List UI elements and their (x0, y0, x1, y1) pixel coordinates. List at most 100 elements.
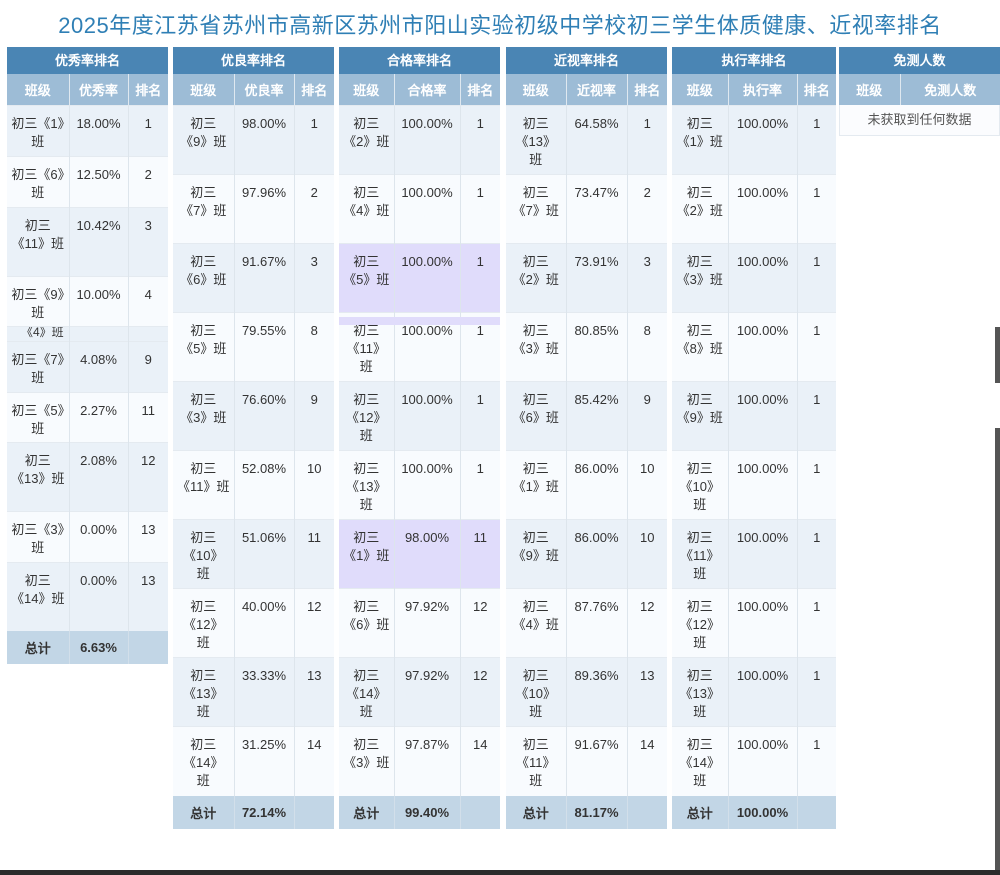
rank-cell: 1 (796, 174, 836, 244)
table-row[interactable]: 初三《9》班 100.00% 1 (672, 381, 836, 451)
table-row[interactable]: 初三《9》班 86.00% 10 (506, 519, 667, 589)
rate-value-cell: 100.00% (727, 174, 797, 244)
class-name-cell: 初三《13》班 (7, 442, 69, 512)
table-body: 初三《9》班 98.00% 1 初三《7》班 97.96% 2 初三《6》班 91.67% 3 初… (173, 105, 334, 796)
table-row[interactable]: 初三《12》班 100.00% 1 (672, 588, 836, 658)
table-row[interactable]: 初三《12》班 40.00% 12 (173, 588, 334, 658)
column-header[interactable]: 班级 (173, 74, 234, 106)
table-row[interactable]: 初三《13》班 64.58% 1 (506, 105, 667, 175)
table-row[interactable]: 初三《3》班 80.85% 8 (506, 312, 667, 382)
table-row[interactable]: 初三《3》班 76.60% 9 (173, 381, 334, 451)
table-row[interactable]: 初三《5》班 2.27% 11 (7, 392, 168, 443)
table-row[interactable]: 初三《10》班 89.36% 13 (506, 657, 667, 727)
class-name-cell: 初三《14》班 (672, 726, 728, 796)
table-row[interactable]: 初三《1》班 100.00% 1 (672, 105, 836, 175)
table-row[interactable]: 初三《14》班 31.25% 14 (173, 726, 334, 796)
rank-cell: 12 (293, 588, 334, 658)
table-row[interactable]: 初三《11》班 52.08% 10 (173, 450, 334, 520)
table-row[interactable]: 初三《12》班 100.00% 1 (339, 381, 500, 451)
table-row[interactable]: 初三《13》班 100.00% 1 (339, 450, 500, 520)
exempt-count-panel: 免测人数 班级 免测人数 未获取到任何数据 (839, 47, 1000, 136)
class-name-cell: 初三《12》班 (339, 381, 394, 451)
table-row[interactable]: 初三《14》班 0.00% 13 (7, 562, 168, 631)
table-row[interactable]: 初三《4》班 100.00% 1 (339, 174, 500, 244)
table-row[interactable]: 初三《4》班 87.76% 12 (506, 588, 667, 658)
table-row[interactable]: 初三《6》班 85.42% 9 (506, 381, 667, 451)
column-header[interactable]: 班级 (506, 74, 566, 106)
table-row[interactable]: 初三《7》班 73.47% 2 (506, 174, 667, 244)
table-row[interactable]: 初三《8》班 100.00% 1 (672, 312, 836, 382)
table-row[interactable]: 初三《5》班 79.55% 8 (173, 312, 334, 382)
column-header[interactable]: 排名 (127, 74, 168, 106)
column-header[interactable]: 排名 (796, 74, 836, 106)
rank-cell: 1 (459, 243, 500, 313)
rate-value-cell: 2.08% (68, 442, 128, 512)
rank-cell: 14 (626, 726, 667, 796)
rank-cell: 1 (796, 657, 836, 727)
rate-value-cell: 100.00% (393, 174, 460, 244)
table-row[interactable]: 初三《3》班 100.00% 1 (672, 243, 836, 313)
column-header[interactable]: 班级 (7, 74, 69, 106)
table-row[interactable]: 初三《9》班 10.00% 4 (7, 276, 168, 327)
table-row[interactable]: 初三《3》班 97.87% 14 (339, 726, 500, 796)
column-header[interactable]: 排名 (459, 74, 500, 106)
class-name-cell: 初三《13》班 (672, 657, 728, 727)
column-header[interactable]: 班级 (339, 74, 394, 106)
table-row[interactable]: 初三《13》班 2.08% 12 (7, 442, 168, 512)
table-row[interactable]: 初三《5》班 100.00% 1 (339, 243, 500, 313)
column-header[interactable]: 近视率 (565, 74, 627, 106)
table-row[interactable]: 初三《6》班 12.50% 2 (7, 156, 168, 208)
column-header[interactable]: 优秀率 (68, 74, 128, 106)
table-row[interactable]: 初三《1》班 86.00% 10 (506, 450, 667, 520)
table-row[interactable]: 初三《11》班 91.67% 14 (506, 726, 667, 796)
class-name-cell: 初三《11》班 (173, 450, 234, 520)
column-header[interactable]: 排名 (626, 74, 667, 106)
class-name-cell: 初三《1》班 (339, 519, 394, 589)
class-name-cell: 初三《5》班 (339, 243, 394, 313)
class-name-cell: 初三《11》班 (672, 519, 728, 589)
scrollbar-thumb[interactable] (995, 327, 1000, 383)
table-row[interactable]: 初三《2》班 100.00% 1 (339, 105, 500, 175)
table-row[interactable]: 初三《11》班 10.42% 3 (7, 207, 168, 277)
class-name-cell: 初三《4》班 (339, 174, 394, 244)
class-name-cell: 初三《1》班 (506, 450, 566, 520)
column-header[interactable]: 执行率 (727, 74, 797, 106)
scrollbar-thumb-lower[interactable] (995, 428, 1000, 870)
class-name-cell: 初三《3》班 (7, 511, 69, 563)
panel-header: 执行率排名 (672, 47, 836, 74)
rate-value-cell: 73.47% (565, 174, 627, 244)
table-row[interactable]: 初三《6》班 91.67% 3 (173, 243, 334, 313)
rate-value-cell: 97.96% (233, 174, 294, 244)
class-name-cell: 初三《7》班 (506, 174, 566, 244)
column-header[interactable]: 合格率 (393, 74, 460, 106)
table-row[interactable]: 初三《1》班 98.00% 11 (339, 519, 500, 589)
table-row[interactable]: 初三《7》班 97.96% 2 (173, 174, 334, 244)
rate-value-cell: 10.00% (68, 276, 128, 327)
table-row[interactable]: 初三《1》班 18.00% 1 (7, 105, 168, 157)
table-row[interactable]: 初三《13》班 100.00% 1 (672, 657, 836, 727)
column-header[interactable]: 排名 (293, 74, 334, 106)
table-row[interactable]: 初三《14》班 97.92% 12 (339, 657, 500, 727)
table-row[interactable]: 初三《6》班 97.92% 12 (339, 588, 500, 658)
rank-cell: 1 (293, 105, 334, 175)
total-value: 81.17% (565, 795, 627, 829)
column-header[interactable]: 班级 (672, 74, 728, 106)
rank-cell: 1 (459, 381, 500, 451)
table-row[interactable]: 初三《14》班 100.00% 1 (672, 726, 836, 796)
total-label: 总计 (173, 795, 234, 829)
table-row[interactable]: 初三《2》班 73.91% 3 (506, 243, 667, 313)
column-header[interactable]: 班级 (839, 74, 900, 105)
table-row[interactable]: 初三《10》班 51.06% 11 (173, 519, 334, 589)
rank-cell: 1 (626, 105, 667, 175)
table-row[interactable]: 初三《3》班 0.00% 13 (7, 511, 168, 563)
table-row[interactable]: 初三《10》班 100.00% 1 (672, 450, 836, 520)
table-row[interactable]: 初三《11》班 100.00% 1 (672, 519, 836, 589)
rank-cell: 10 (293, 450, 334, 520)
class-name-cell: 初三《9》班 (506, 519, 566, 589)
table-row[interactable]: 初三《2》班 100.00% 1 (672, 174, 836, 244)
column-header[interactable]: 优良率 (233, 74, 294, 106)
table-row[interactable]: 初三《13》班 33.33% 13 (173, 657, 334, 727)
table-row[interactable]: 初三《9》班 98.00% 1 (173, 105, 334, 175)
table-row[interactable]: 初三《7》班 4.08% 9 (7, 341, 168, 393)
column-header[interactable]: 免测人数 (899, 74, 1000, 105)
